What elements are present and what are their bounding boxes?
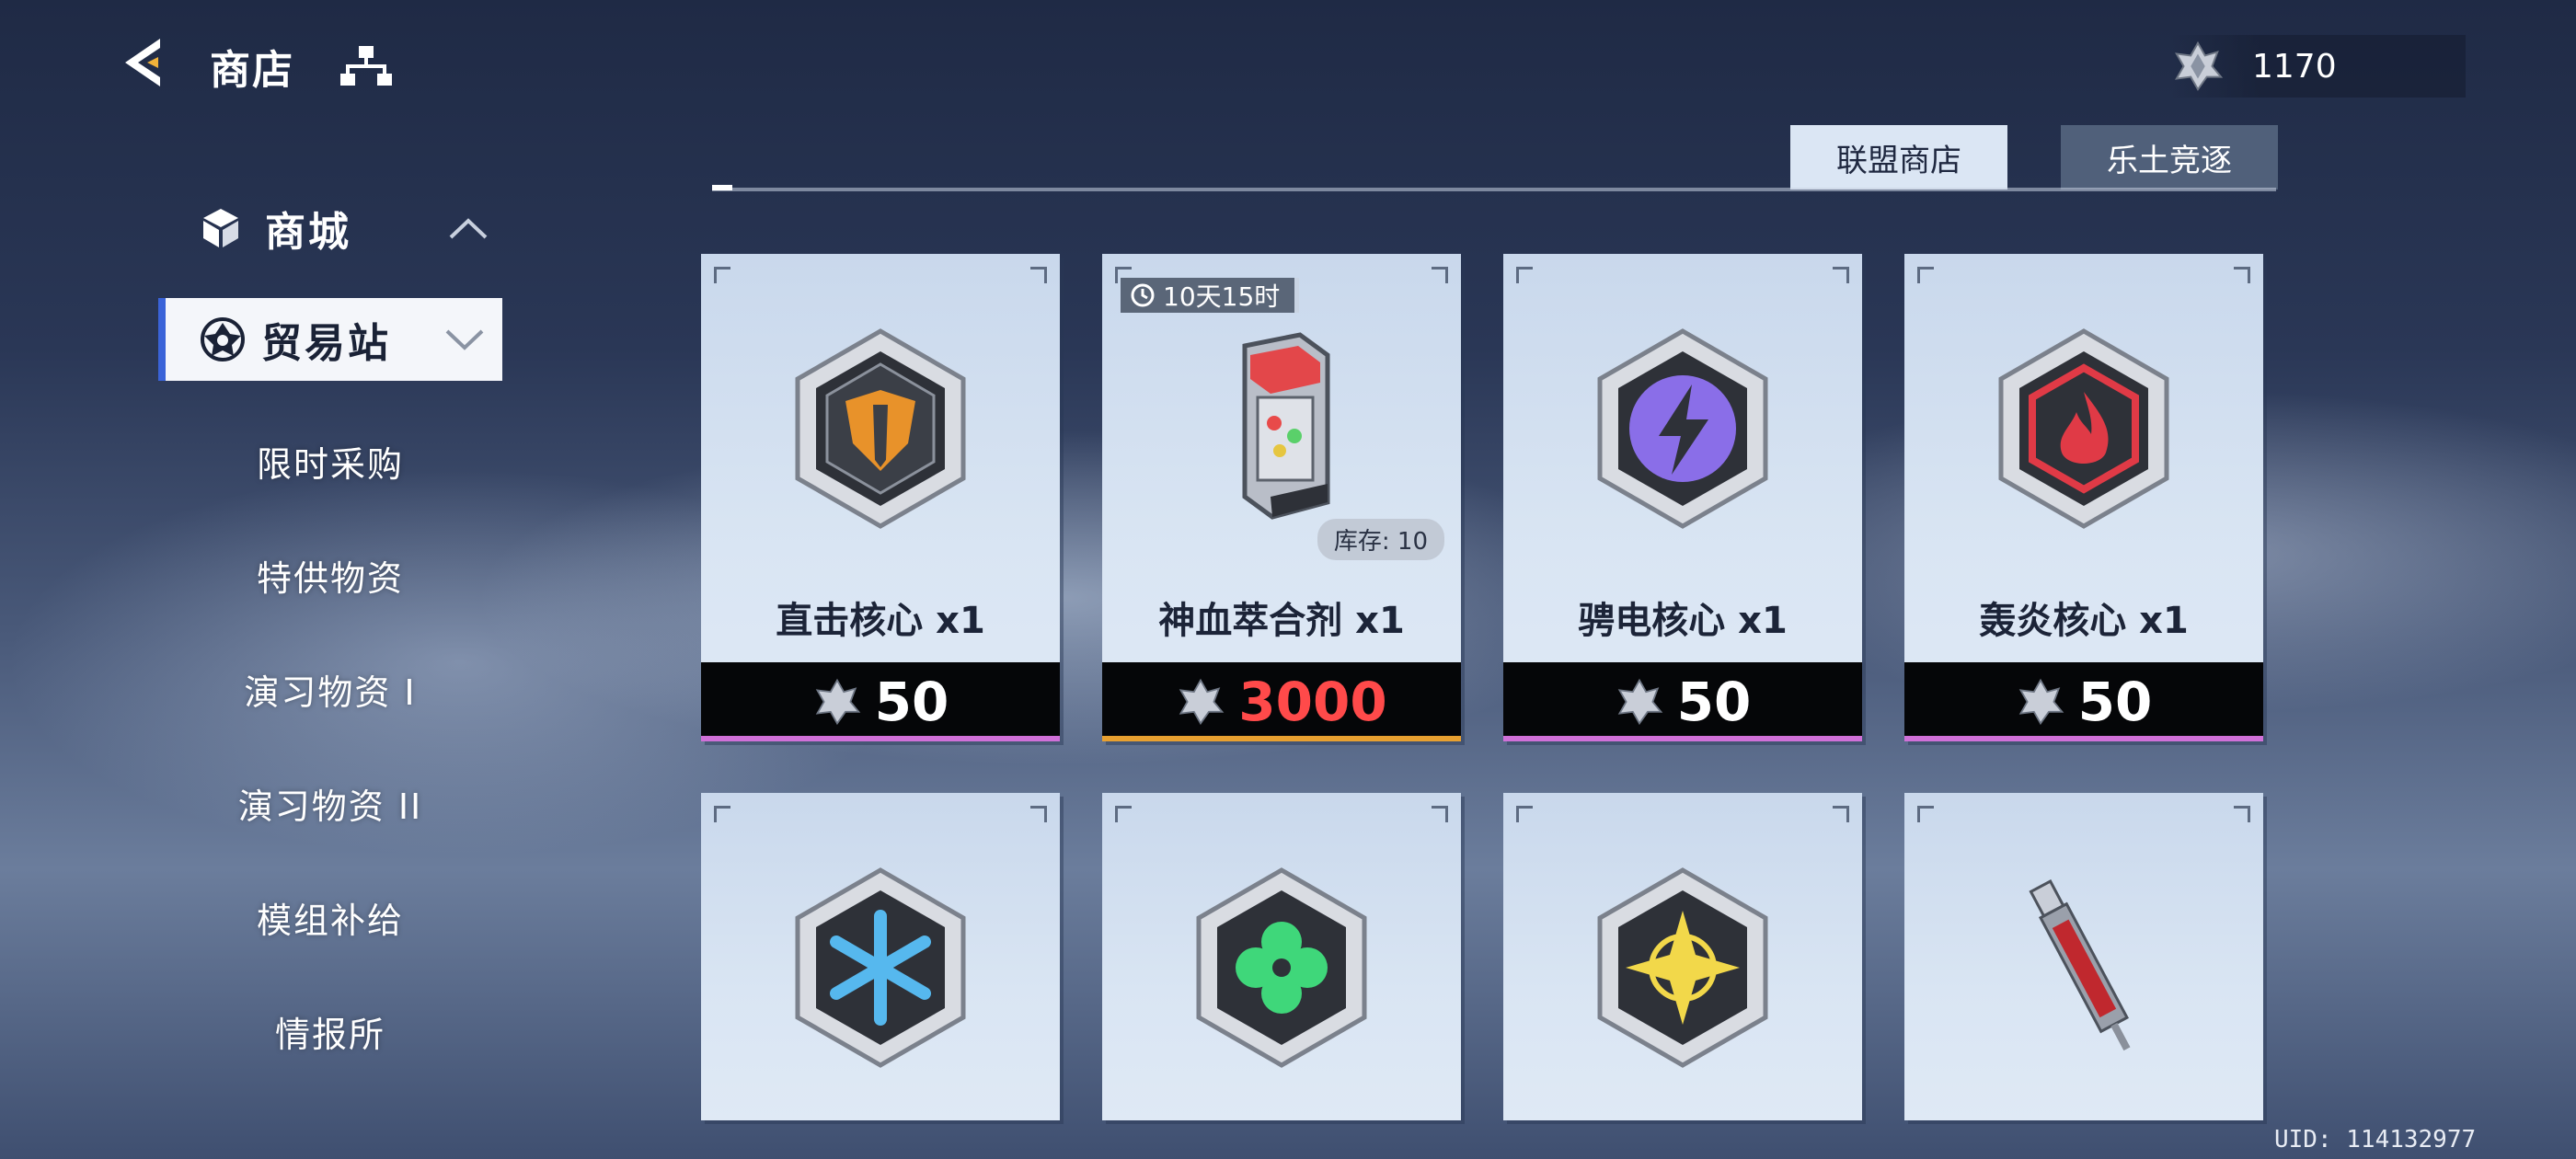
crystal-currency-icon [2175, 40, 2224, 91]
item-price: 3000 [1238, 671, 1387, 733]
scroll-indicator [712, 185, 732, 190]
currency-display: 1170 [2171, 35, 2466, 98]
rarity-line [1503, 736, 1862, 741]
item-price: 50 [1676, 671, 1752, 733]
tab-alliance-shop[interactable]: 联盟商店 [1790, 125, 2007, 189]
item-price: 50 [874, 671, 949, 733]
item-name: 神血萃合剂 x1 [1158, 600, 1405, 642]
item-name: 骋电核心 x1 [1578, 600, 1788, 642]
time-limit-badge: 10天15时 [1121, 278, 1300, 313]
crystal-currency-icon [1179, 678, 1225, 726]
sidebar-category-mall[interactable]: 商城 [199, 199, 351, 258]
purple-lightning-core-icon [1597, 328, 1768, 529]
time-remaining: 10天15时 [1163, 281, 1281, 312]
sidebar-item-module-supply[interactable]: 模组补给 [158, 892, 502, 943]
tab-paradise-contest[interactable]: 乐土竞逐 [2061, 125, 2278, 189]
shop-item-card[interactable] [1102, 793, 1461, 1120]
shop-item-card[interactable]: 10天15时 库存: 10 神血萃合剂 x1 3000 [1102, 254, 1461, 741]
hierarchy-icon [340, 46, 392, 86]
shop-item-card[interactable] [1904, 793, 2263, 1120]
blue-snowflake-core-icon [795, 867, 966, 1068]
chevron-up-icon[interactable] [447, 215, 489, 243]
shop-item-card[interactable]: 直击核心 x1 50 [701, 254, 1060, 741]
crystal-currency-icon [815, 678, 860, 726]
price-bar: 3000 [1102, 662, 1461, 741]
price-bar: 50 [1904, 662, 2263, 741]
rarity-line [1904, 736, 2263, 741]
red-flame-core-icon [1998, 328, 2169, 529]
trading-post-icon [201, 317, 245, 361]
crystal-currency-icon [2018, 678, 2064, 726]
chevron-down-icon [445, 329, 484, 350]
sidebar-item-drill-supplies-2[interactable]: 演习物资 II [158, 778, 502, 829]
blood-canister-icon [1242, 332, 1330, 520]
sidebar-selected-label: 贸易站 [261, 320, 391, 367]
rarity-line [1102, 736, 1461, 741]
shop-item-card[interactable] [1503, 793, 1862, 1120]
rarity-line [701, 736, 1060, 741]
cube-icon [203, 209, 238, 247]
sidebar-item-intel-office[interactable]: 情报所 [158, 1006, 502, 1057]
orange-sword-core-icon [795, 328, 966, 529]
stock-badge: 库存: 10 [1317, 519, 1444, 560]
green-clover-core-icon [1196, 867, 1367, 1068]
sidebar-item-special-supplies[interactable]: 特供物资 [158, 550, 502, 601]
price-bar: 50 [701, 662, 1060, 741]
item-name: 轰炎核心 x1 [1979, 600, 2189, 642]
back-arrow-icon [125, 39, 160, 86]
back-button[interactable] [118, 35, 173, 90]
hierarchy-button[interactable] [340, 44, 392, 88]
sidebar-item-limited-purchase[interactable]: 限时采购 [158, 436, 502, 487]
shop-item-card[interactable]: 骋电核心 x1 50 [1503, 254, 1862, 741]
tab-divider [712, 188, 2276, 191]
sidebar-item-trading-post[interactable]: 贸易站 [158, 298, 502, 381]
crystal-currency-icon [1617, 678, 1662, 726]
sidebar-item-drill-supplies-1[interactable]: 演习物资 I [158, 664, 502, 715]
currency-amount: 1170 [2252, 47, 2337, 86]
shop-item-card[interactable]: 轰炎核心 x1 50 [1904, 254, 2263, 741]
shop-item-card[interactable] [701, 793, 1060, 1120]
item-name: 直击核心 x1 [776, 600, 985, 642]
price-bar: 50 [1503, 662, 1862, 741]
page-title: 商店 [210, 47, 294, 94]
clock-icon [1131, 283, 1155, 307]
item-price: 50 [2077, 671, 2153, 733]
user-id-label: UID: 114132977 [2274, 1126, 2477, 1153]
sidebar-category-label: 商城 [265, 209, 351, 256]
red-syringe-icon [2029, 879, 2131, 1051]
yellow-star-core-icon [1597, 867, 1768, 1068]
